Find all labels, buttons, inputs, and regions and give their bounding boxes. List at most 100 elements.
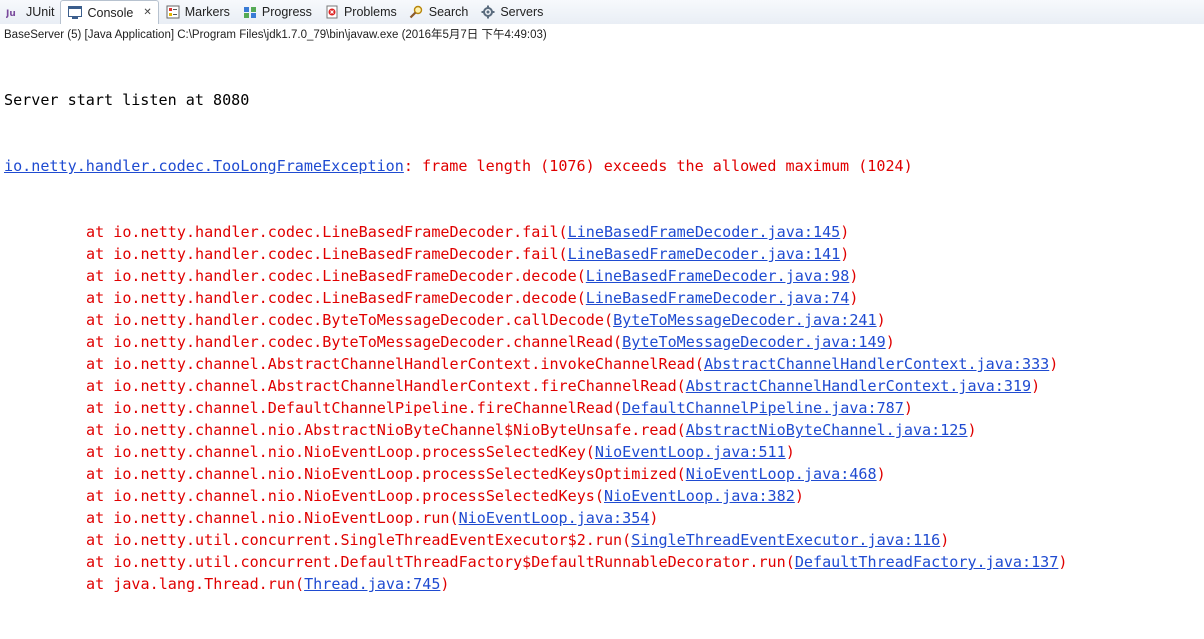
stack-frame-line: at io.netty.channel.nio.NioEventLoop.run… bbox=[4, 507, 1204, 529]
tab-label: Console bbox=[87, 5, 134, 20]
source-location-link[interactable]: SingleThreadEventExecutor.java:116 bbox=[631, 531, 940, 549]
source-location-link[interactable]: LineBasedFrameDecoder.java:74 bbox=[586, 289, 850, 307]
tab-console[interactable]: Console ✕ bbox=[60, 0, 159, 24]
stack-frame-line: at io.netty.util.concurrent.DefaultThrea… bbox=[4, 551, 1204, 573]
close-paren: ) bbox=[876, 465, 886, 483]
stack-frame-method: at io.netty.handler.codec.LineBasedFrame… bbox=[86, 245, 568, 263]
stack-frame-method: at io.netty.handler.codec.LineBasedFrame… bbox=[86, 289, 586, 307]
server-start-text: Server start listen at 8080 bbox=[4, 91, 250, 109]
close-paren: ) bbox=[849, 289, 859, 307]
close-paren: ) bbox=[1031, 377, 1041, 395]
stack-frame-line: at io.netty.channel.nio.NioEventLoop.pro… bbox=[4, 485, 1204, 507]
close-paren: ) bbox=[940, 531, 950, 549]
source-location-link[interactable]: AbstractNioByteChannel.java:125 bbox=[686, 421, 968, 439]
source-location-link[interactable]: LineBasedFrameDecoder.java:98 bbox=[586, 267, 850, 285]
stack-frame-line: at io.netty.channel.nio.AbstractNioByteC… bbox=[4, 419, 1204, 441]
close-paren: ) bbox=[967, 421, 977, 439]
stack-frame-method: at io.netty.channel.AbstractChannelHandl… bbox=[86, 355, 704, 373]
tab-label: Servers bbox=[500, 5, 544, 19]
stack-frame-method: at io.netty.channel.nio.NioEventLoop.pro… bbox=[86, 465, 686, 483]
servers-icon bbox=[480, 4, 496, 20]
tab-junit[interactable]: Ju JUnit bbox=[0, 0, 60, 24]
source-location-link[interactable]: NioEventLoop.java:511 bbox=[595, 443, 786, 461]
tab-progress[interactable]: Progress bbox=[236, 0, 318, 24]
stack-frame-line: at io.netty.handler.codec.ByteToMessageD… bbox=[4, 309, 1204, 331]
stack-frame-line: at io.netty.handler.codec.LineBasedFrame… bbox=[4, 265, 1204, 287]
source-location-link[interactable]: DefaultThreadFactory.java:137 bbox=[795, 553, 1059, 571]
junit-icon: Ju bbox=[6, 4, 22, 20]
stack-frame-line: at io.netty.channel.AbstractChannelHandl… bbox=[4, 375, 1204, 397]
close-icon[interactable]: ✕ bbox=[143, 7, 151, 18]
close-paren: ) bbox=[849, 267, 859, 285]
stack-frame-line: at io.netty.channel.nio.NioEventLoop.pro… bbox=[4, 463, 1204, 485]
source-location-link[interactable]: NioEventLoop.java:382 bbox=[604, 487, 795, 505]
stack-frame-line: at io.netty.channel.nio.NioEventLoop.pro… bbox=[4, 441, 1204, 463]
source-location-link[interactable]: LineBasedFrameDecoder.java:141 bbox=[568, 245, 841, 263]
close-paren: ) bbox=[876, 311, 886, 329]
tab-markers[interactable]: Markers bbox=[159, 0, 236, 24]
stack-frame-line: at io.netty.channel.AbstractChannelHandl… bbox=[4, 353, 1204, 375]
stack-frame-method: at io.netty.channel.nio.NioEventLoop.pro… bbox=[86, 443, 595, 461]
stack-frame-method: at io.netty.channel.AbstractChannelHandl… bbox=[86, 377, 686, 395]
tab-label: JUnit bbox=[26, 5, 55, 19]
stack-frame-line: at io.netty.channel.DefaultChannelPipeli… bbox=[4, 397, 1204, 419]
stack-frame-method: at io.netty.util.concurrent.SingleThread… bbox=[86, 531, 632, 549]
source-location-link[interactable]: ByteToMessageDecoder.java:241 bbox=[613, 311, 877, 329]
close-paren: ) bbox=[840, 245, 850, 263]
source-location-link[interactable]: AbstractChannelHandlerContext.java:319 bbox=[686, 377, 1031, 395]
stack-frame-line: at io.netty.handler.codec.LineBasedFrame… bbox=[4, 243, 1204, 265]
exception-class-link[interactable]: io.netty.handler.codec.TooLongFrameExcep… bbox=[4, 157, 404, 175]
stack-frame-line: at io.netty.handler.codec.LineBasedFrame… bbox=[4, 287, 1204, 309]
tab-problems[interactable]: Problems bbox=[318, 0, 403, 24]
source-location-link[interactable]: DefaultChannelPipeline.java:787 bbox=[622, 399, 904, 417]
stack-frame-method: at io.netty.handler.codec.ByteToMessageD… bbox=[86, 333, 623, 351]
tab-search[interactable]: Search bbox=[403, 0, 475, 24]
stack-frame-line: at io.netty.handler.codec.ByteToMessageD… bbox=[4, 331, 1204, 353]
close-paren: ) bbox=[903, 399, 913, 417]
view-tab-bar: Ju JUnit Console ✕ Markers Progress Prob… bbox=[0, 0, 1204, 25]
console-icon bbox=[67, 5, 83, 21]
search-icon bbox=[409, 4, 425, 20]
close-paren: ) bbox=[794, 487, 804, 505]
stack-frame-method: at io.netty.channel.nio.NioEventLoop.pro… bbox=[86, 487, 604, 505]
tab-label: Markers bbox=[184, 5, 230, 19]
console-info-line: BaseServer (5) [Java Application] C:\Pro… bbox=[0, 24, 1204, 44]
stack-frame-method: at io.netty.handler.codec.LineBasedFrame… bbox=[86, 223, 568, 241]
tab-label: Search bbox=[428, 5, 469, 19]
stack-frame-method: at io.netty.channel.DefaultChannelPipeli… bbox=[86, 399, 623, 417]
close-paren: ) bbox=[885, 333, 895, 351]
stack-frame-method: at java.lang.Thread.run( bbox=[86, 575, 305, 593]
source-location-link[interactable]: Thread.java:745 bbox=[304, 575, 440, 593]
source-location-link[interactable]: AbstractChannelHandlerContext.java:333 bbox=[704, 355, 1049, 373]
stack-frame-line: at java.lang.Thread.run(Thread.java:745) bbox=[4, 573, 1204, 595]
console-output[interactable]: Server start listen at 8080 io.netty.han… bbox=[4, 45, 1204, 593]
source-location-link[interactable]: LineBasedFrameDecoder.java:145 bbox=[568, 223, 841, 241]
markers-icon bbox=[165, 4, 181, 20]
close-paren: ) bbox=[1049, 355, 1059, 373]
tab-servers[interactable]: Servers bbox=[474, 0, 549, 24]
source-location-link[interactable]: NioEventLoop.java:354 bbox=[459, 509, 650, 527]
tab-label: Progress bbox=[261, 5, 312, 19]
stack-frame-line: at io.netty.handler.codec.LineBasedFrame… bbox=[4, 221, 1204, 243]
source-location-link[interactable]: NioEventLoop.java:468 bbox=[686, 465, 877, 483]
stack-frame-method: at io.netty.channel.nio.AbstractNioByteC… bbox=[86, 421, 686, 439]
progress-icon bbox=[242, 4, 258, 20]
source-location-link[interactable]: ByteToMessageDecoder.java:149 bbox=[622, 333, 886, 351]
console-line: io.netty.handler.codec.TooLongFrameExcep… bbox=[4, 155, 1204, 177]
close-paren: ) bbox=[649, 509, 659, 527]
stack-frame-method: at io.netty.handler.codec.LineBasedFrame… bbox=[86, 267, 586, 285]
close-paren: ) bbox=[1058, 553, 1068, 571]
problems-icon bbox=[324, 4, 340, 20]
tab-label: Problems bbox=[343, 5, 397, 19]
close-paren: ) bbox=[840, 223, 850, 241]
stack-frame-method: at io.netty.channel.nio.NioEventLoop.run… bbox=[86, 509, 459, 527]
process-description: BaseServer (5) [Java Application] C:\Pro… bbox=[4, 29, 547, 41]
close-paren: ) bbox=[440, 575, 450, 593]
stack-frame-line: at io.netty.util.concurrent.SingleThread… bbox=[4, 529, 1204, 551]
console-line: Server start listen at 8080 bbox=[4, 89, 1204, 111]
stack-frame-method: at io.netty.util.concurrent.DefaultThrea… bbox=[86, 553, 795, 571]
stack-frame-method: at io.netty.handler.codec.ByteToMessageD… bbox=[86, 311, 614, 329]
exception-message: : frame length (1076) exceeds the allowe… bbox=[403, 157, 913, 175]
close-paren: ) bbox=[785, 443, 795, 461]
svg-text:Ju: Ju bbox=[6, 9, 16, 18]
